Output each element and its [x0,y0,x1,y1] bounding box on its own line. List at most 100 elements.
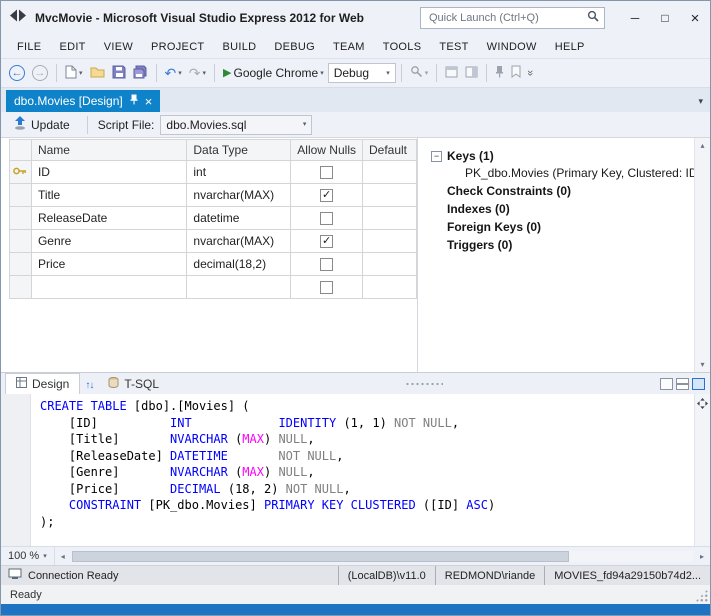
data-type-cell[interactable]: nvarchar(MAX) [187,184,291,207]
column-header-allow-nulls[interactable]: Allow Nulls [291,140,363,161]
tab-design[interactable]: Design [5,373,80,394]
column-name-cell[interactable]: Genre [31,230,186,253]
script-file-combo[interactable]: dbo.Movies.sql ▾ [160,115,312,135]
code-line[interactable]: CREATE TABLE [dbo].[Movies] ( [40,398,694,415]
tree-item-check-constraints-0-[interactable]: Check Constraints (0) [431,182,690,200]
data-type-cell[interactable] [187,276,291,299]
find-in-files-button[interactable]: ▾ [407,63,432,83]
redo-button[interactable]: ↷ ▾ [186,64,209,82]
toolbar-overflow-button[interactable]: » [524,68,536,78]
zoom-combo[interactable]: 100 % ▾ [1,547,55,565]
menu-edit[interactable]: EDIT [50,35,94,58]
allow-nulls-checkbox[interactable] [320,258,333,271]
bookmark-button[interactable] [508,63,524,83]
column-name-cell[interactable] [31,276,186,299]
vertical-split-button[interactable] [692,378,705,390]
menu-debug[interactable]: DEBUG [265,35,324,58]
tab-tsql[interactable]: T-SQL [98,373,169,394]
collapse-icon[interactable]: − [431,151,442,162]
new-item-button[interactable]: ▾ [62,63,86,84]
grid-row-genre[interactable]: Genrenvarchar(MAX) ✓ [10,230,417,253]
horizontal-scrollbar[interactable]: ◂ ▸ [55,547,710,565]
default-cell[interactable] [362,253,416,276]
grid-row-price[interactable]: Pricedecimal(18,2) [10,253,417,276]
code-line[interactable]: [Title] NVARCHAR (MAX) NULL, [40,431,694,448]
data-type-cell[interactable]: int [187,161,291,184]
tree-item-indexes-0-[interactable]: Indexes (0) [431,200,690,218]
code-line[interactable]: ); [40,514,694,531]
column-name-cell[interactable]: ReleaseDate [31,207,186,230]
data-type-cell[interactable]: nvarchar(MAX) [187,230,291,253]
default-cell[interactable] [362,230,416,253]
default-cell[interactable] [362,161,416,184]
tab-dbo-movies-design[interactable]: dbo.Movies [Design] × [6,90,160,112]
column-header-default[interactable]: Default [362,140,416,161]
code-vertical-scrollbar[interactable] [694,394,710,546]
splitter-handle[interactable] [405,382,443,387]
menu-test[interactable]: TEST [430,35,477,58]
column-header-data-type[interactable]: Data Type [187,140,291,161]
pin-icon[interactable] [130,94,138,108]
column-name-cell[interactable]: Title [31,184,186,207]
allow-nulls-checkbox[interactable] [320,281,333,294]
data-type-cell[interactable]: datetime [187,207,291,230]
scrollbar-thumb[interactable] [72,551,569,562]
tab-close-icon[interactable]: × [145,95,153,108]
search-icon[interactable] [587,9,599,27]
default-cell[interactable] [362,184,416,207]
data-type-cell[interactable]: decimal(18,2) [187,253,291,276]
code-content[interactable]: CREATE TABLE [dbo].[Movies] ( [ID] INT I… [31,394,694,546]
solution-configuration-combo[interactable]: Debug ▾ [328,63,396,83]
column-header-name[interactable]: Name [31,140,186,161]
code-line[interactable]: [ID] INT IDENTITY (1, 1) NOT NULL, [40,415,694,432]
menu-project[interactable]: PROJECT [142,35,213,58]
scroll-down-icon[interactable]: ▾ [700,360,704,369]
quick-launch-input[interactable]: Quick Launch (Ctrl+Q) [420,7,605,29]
pin-toolbar-button[interactable] [492,63,507,83]
menu-window[interactable]: WINDOW [478,35,546,58]
grid-row-empty[interactable] [10,276,417,299]
solution-explorer-button[interactable] [442,64,461,83]
grid-row-title[interactable]: Titlenvarchar(MAX) ✓ [10,184,417,207]
maximize-button[interactable]: □ [650,1,680,35]
save-all-button[interactable] [130,63,151,84]
allow-nulls-checkbox[interactable] [320,212,333,225]
code-line[interactable]: [Price] DECIMAL (18, 2) NOT NULL, [40,481,694,498]
allow-nulls-checkbox[interactable]: ✓ [320,189,333,202]
grid-row-id[interactable]: IDint [10,161,417,184]
navigate-back-button[interactable]: ← [6,63,28,83]
scroll-up-icon[interactable]: ▴ [700,141,704,150]
column-name-cell[interactable]: ID [31,161,186,184]
menu-build[interactable]: BUILD [213,35,265,58]
properties-window-button[interactable] [462,64,481,83]
scroll-left-icon[interactable]: ◂ [55,552,71,561]
scrollbar-track[interactable] [72,551,693,562]
pan-icon[interactable] [697,396,708,414]
open-file-button[interactable] [87,64,108,83]
menu-file[interactable]: FILE [8,35,50,58]
column-name-cell[interactable]: Price [31,253,186,276]
undo-button[interactable]: ↶ ▾ [162,64,185,82]
resize-grip[interactable] [695,589,708,602]
swap-panes-button[interactable]: ↑↓ [80,380,98,394]
code-line[interactable]: [ReleaseDate] DATETIME NOT NULL, [40,448,694,465]
menu-help[interactable]: HELP [546,35,594,58]
tab-list-dropdown-icon[interactable]: ▾ [698,96,703,107]
tree-item-foreign-keys-0-[interactable]: Foreign Keys (0) [431,218,690,236]
menu-view[interactable]: VIEW [95,35,142,58]
menu-team[interactable]: TEAM [324,35,374,58]
update-button[interactable]: Update [7,114,77,135]
code-line[interactable]: [Genre] NVARCHAR (MAX) NULL, [40,464,694,481]
allow-nulls-checkbox[interactable]: ✓ [320,235,333,248]
close-button[interactable]: × [680,1,710,35]
minimize-button[interactable]: ─ [620,1,650,35]
tree-item-triggers-0-[interactable]: Triggers (0) [431,236,690,254]
horizontal-split-button[interactable] [676,378,689,390]
allow-nulls-checkbox[interactable] [320,166,333,179]
save-button[interactable] [109,63,129,84]
start-debug-button[interactable]: ▶ Google Chrome ▾ [220,64,327,82]
maximize-pane-button[interactable] [660,378,673,390]
scroll-right-icon[interactable]: ▸ [694,552,710,561]
default-cell[interactable] [362,207,416,230]
grid-row-releasedate[interactable]: ReleaseDatedatetime [10,207,417,230]
